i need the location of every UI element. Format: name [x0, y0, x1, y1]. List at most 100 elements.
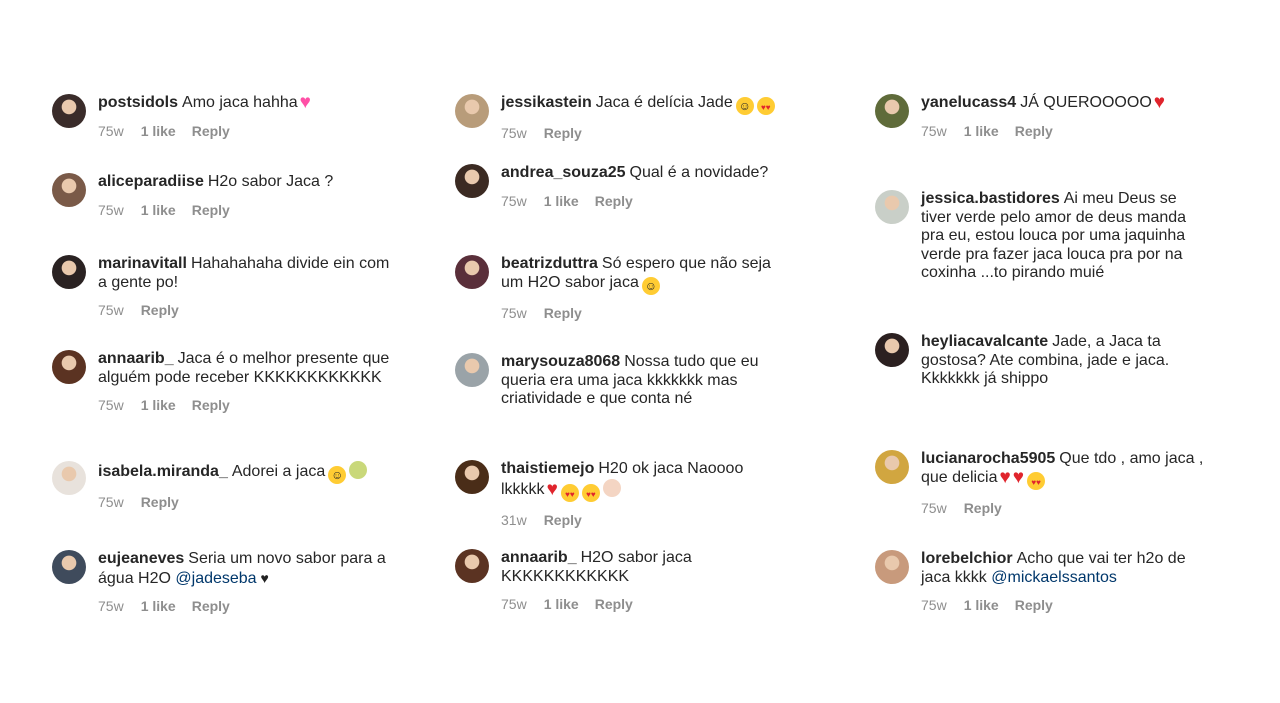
timestamp: 75w: [501, 192, 527, 209]
reply-button[interactable]: Reply: [1015, 597, 1053, 613]
comment-meta: 75w 1 like Reply: [921, 597, 1205, 613]
comment-text: postsidols Amo jaca hahha ♥: [98, 93, 402, 113]
likes-count[interactable]: 1 like: [544, 596, 579, 612]
likes-count[interactable]: 1 like: [964, 123, 999, 139]
likes-count[interactable]: 1 like: [141, 202, 176, 218]
comment-body: isabela.miranda_ Adorei a jaca ☺ 75w Reply: [98, 461, 402, 510]
comment-body: aliceparadiise H2o sabor Jaca ? 75w 1 like R…: [98, 173, 402, 218]
username-link[interactable]: annaarib_: [98, 350, 174, 367]
avatar[interactable]: [52, 173, 86, 207]
mention-link[interactable]: @mickaelssantos: [991, 569, 1117, 586]
avatar[interactable]: [455, 353, 489, 387]
comment-meta: 75w 1 like Reply: [98, 202, 402, 218]
comment-body: lucianarocha5905 Que tdo , amo jaca , que…: [921, 450, 1205, 516]
reply-button[interactable]: Reply: [595, 596, 633, 612]
reply-button[interactable]: Reply: [141, 494, 179, 510]
username-link[interactable]: eujeaneves: [98, 550, 184, 567]
username-link[interactable]: beatrizduttra: [501, 255, 598, 272]
comment-text: aliceparadiise H2o sabor Jaca ?: [98, 173, 402, 192]
comment-meta: 75w Reply: [501, 305, 795, 321]
reply-button[interactable]: Reply: [964, 500, 1002, 516]
reply-button[interactable]: Reply: [544, 512, 582, 528]
comment-message: H2o sabor Jaca ?: [207, 173, 334, 190]
username-link[interactable]: annaarib_: [501, 549, 577, 566]
comment-text: annaarib_ H2O sabor jaca KKKKKKKKKKKK: [501, 549, 795, 586]
username-link[interactable]: yanelucass4: [921, 94, 1016, 111]
username-link[interactable]: aliceparadiise: [98, 173, 204, 190]
comment-text: jessikastein Jaca é delícia Jade ☺ ♥♥: [501, 94, 795, 115]
laughing-face-icon: ☺: [641, 276, 660, 295]
likes-count[interactable]: 1 like: [141, 123, 176, 139]
avatar[interactable]: [52, 461, 86, 495]
avatar[interactable]: [455, 255, 489, 289]
comment-meta: 75w 1 like Reply: [98, 397, 402, 413]
comment-meta: 75w Reply: [501, 125, 795, 141]
reply-button[interactable]: Reply: [595, 193, 633, 209]
username-link[interactable]: heyliacavalcante: [921, 333, 1048, 350]
heart-eyes-icon: ♥♥: [756, 97, 775, 115]
likes-count[interactable]: 1 like: [141, 598, 176, 614]
comment-body: beatrizduttra Só espero que não seja um H…: [501, 255, 795, 321]
avatar[interactable]: [455, 94, 489, 128]
red-heart-icon: ♥: [999, 466, 1011, 488]
likes-count[interactable]: 1 like: [964, 597, 999, 613]
username-link[interactable]: jessikastein: [501, 94, 592, 111]
comment-text: jessica.bastidores Ai meu Deus se tiver v…: [921, 190, 1205, 283]
username-link[interactable]: lucianarocha5905: [921, 450, 1055, 467]
username-link[interactable]: thaistiemejo: [501, 460, 594, 477]
reply-button[interactable]: Reply: [544, 305, 582, 321]
comment-body: yanelucass4 JÁ QUEROOOOO ♥ 75w 1 like Reply: [921, 93, 1205, 139]
timestamp: 75w: [98, 201, 124, 218]
comment-message: Jaca é delícia Jade: [595, 94, 733, 111]
comment-body: marinavitall Hahahahaha divide ein com a …: [98, 255, 402, 318]
avatar[interactable]: [875, 550, 909, 584]
username-link[interactable]: marysouza8068: [501, 353, 620, 370]
username-link[interactable]: lorebelchior: [921, 550, 1013, 567]
reply-button[interactable]: Reply: [141, 302, 179, 318]
avatar[interactable]: [875, 190, 909, 224]
avatar[interactable]: [52, 255, 86, 289]
timestamp: 75w: [98, 302, 124, 318]
comment-body: eujeaneves Seria um novo sabor para a águ…: [98, 550, 402, 614]
avatar[interactable]: [455, 460, 489, 494]
username-link[interactable]: andrea_souza25: [501, 164, 626, 181]
username-link[interactable]: postsidols: [98, 94, 178, 111]
comment-message: Amo jaca hahha: [182, 94, 298, 111]
comment-text: beatrizduttra Só espero que não seja um H…: [501, 255, 795, 295]
username-link[interactable]: jessica.bastidores: [921, 190, 1060, 207]
red-heart-icon: ♥: [546, 478, 558, 500]
timestamp: 75w: [501, 304, 527, 321]
reply-button[interactable]: Reply: [1015, 123, 1053, 139]
avatar[interactable]: [455, 164, 489, 198]
comment-body: andrea_souza25 Qual é a novidade? 75w 1 lik…: [501, 164, 795, 209]
avatar[interactable]: [875, 94, 909, 128]
timestamp: 75w: [98, 494, 124, 510]
avatar[interactable]: [875, 450, 909, 484]
reply-button[interactable]: Reply: [544, 125, 582, 141]
comment-body: marysouza8068 Nossa tudo que eu queria er…: [501, 353, 795, 409]
mention-link[interactable]: @jadeseba: [175, 570, 256, 587]
comment-body: heyliacavalcante Jade, a Jaca ta gostosa?…: [921, 333, 1205, 389]
username-link[interactable]: marinavitall: [98, 255, 187, 272]
laughing-face-icon: ☺: [328, 466, 347, 484]
comment-body: thaistiemejo H20 ok jaca Naoooo lkkkkk ♥ ♥♥…: [501, 460, 795, 528]
avatar[interactable]: [52, 350, 86, 384]
comment-meta: 75w 1 like Reply: [921, 123, 1205, 139]
likes-count[interactable]: 1 like: [141, 397, 176, 413]
likes-count[interactable]: 1 like: [544, 193, 579, 209]
comment-meta: 31w Reply: [501, 512, 795, 528]
comment-message: Qual é a novidade?: [629, 164, 769, 181]
black-heart-icon: ♥: [256, 569, 269, 586]
timestamp: 75w: [501, 596, 527, 612]
reply-button[interactable]: Reply: [192, 123, 230, 139]
username-link[interactable]: isabela.miranda_: [98, 463, 228, 480]
timestamp: 75w: [98, 397, 124, 413]
avatar[interactable]: [455, 549, 489, 583]
reply-button[interactable]: Reply: [192, 598, 230, 614]
reply-button[interactable]: Reply: [192, 202, 230, 218]
comment-text: andrea_souza25 Qual é a novidade?: [501, 164, 795, 183]
avatar[interactable]: [52, 550, 86, 584]
reply-button[interactable]: Reply: [192, 397, 230, 413]
avatar[interactable]: [52, 94, 86, 128]
avatar[interactable]: [875, 333, 909, 367]
